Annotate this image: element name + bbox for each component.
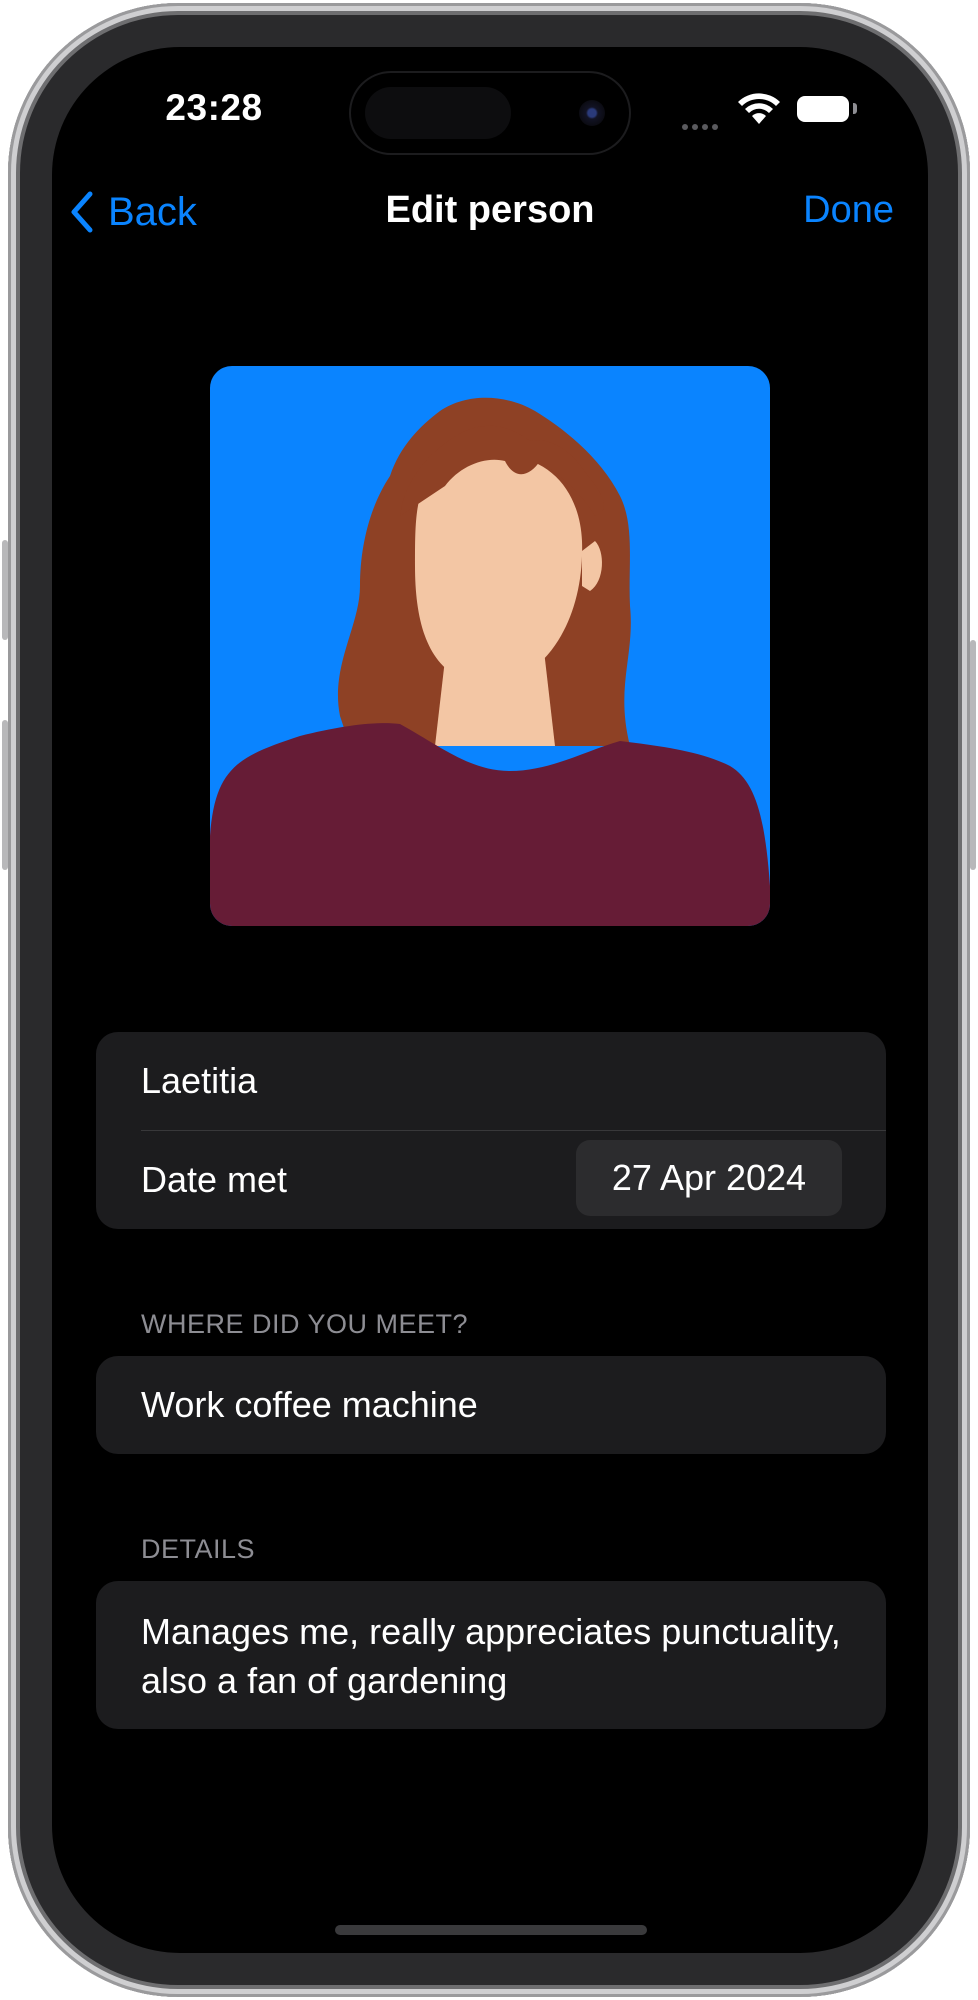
wifi-icon: [738, 93, 780, 124]
home-indicator[interactable]: [335, 1925, 647, 1935]
battery-icon: [797, 96, 849, 122]
where-group: Work coffee machine: [96, 1356, 886, 1454]
island-pill: [365, 87, 511, 139]
where-met-field[interactable]: Work coffee machine: [141, 1356, 886, 1453]
name-date-group: Laetitia Date met 27 Apr 2024: [96, 1032, 886, 1229]
person-illustration-icon: [210, 397, 770, 926]
name-field[interactable]: Laetitia: [141, 1032, 886, 1129]
where-section-header: WHERE DID YOU MEET?: [141, 1309, 469, 1339]
person-photo[interactable]: [210, 366, 770, 926]
details-field[interactable]: Manages me, really appreciates punctuali…: [141, 1607, 846, 1705]
dynamic-island: [351, 73, 629, 153]
battery-cap-icon: [853, 103, 857, 114]
action-button: [2, 540, 8, 640]
status-time: 23:28: [165, 87, 263, 128]
camera-icon: [579, 100, 605, 126]
volume-up-button: [2, 720, 8, 870]
screen: 23:28 Back Edit person Done Laetitia Dat…: [52, 47, 928, 1953]
power-button: [970, 640, 976, 870]
cellular-signal-icon: [682, 117, 722, 135]
details-section-header: DETAILS: [141, 1534, 256, 1564]
page-title: Edit person: [385, 189, 595, 231]
done-button[interactable]: Done: [803, 189, 894, 232]
details-group: Manages me, really appreciates punctuali…: [96, 1581, 886, 1729]
date-picker-button[interactable]: 27 Apr 2024: [576, 1140, 842, 1216]
